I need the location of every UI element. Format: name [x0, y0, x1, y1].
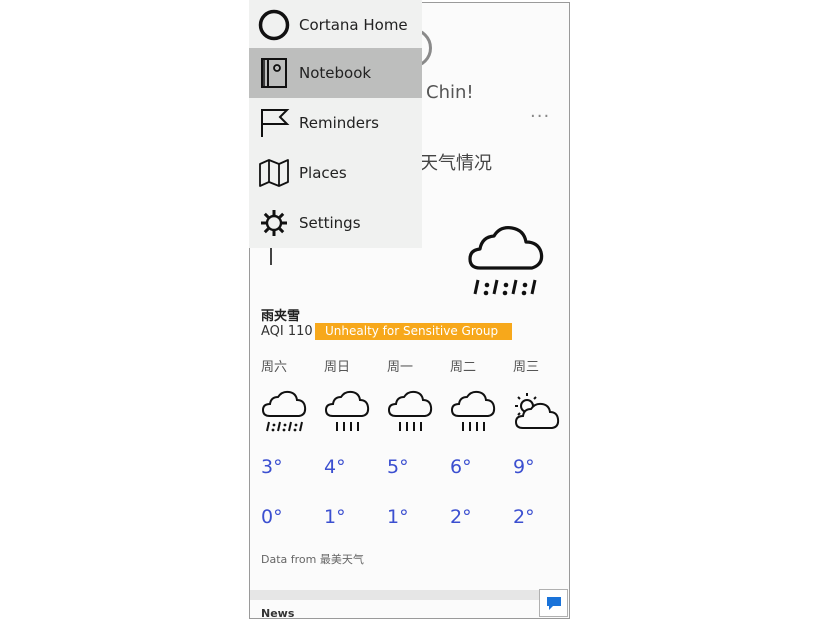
feedback-button[interactable]	[539, 589, 568, 617]
high-temp: 4°	[324, 456, 346, 478]
high-temp: 3°	[261, 456, 283, 478]
rain-icon	[324, 390, 370, 438]
aqi-value: AQI 110	[261, 324, 313, 339]
menu-item-label: Notebook	[299, 64, 372, 82]
day-name: 周二	[450, 360, 477, 375]
chat-icon	[546, 596, 561, 610]
map-icon	[249, 148, 299, 198]
menu-item-label: Cortana Home	[299, 16, 408, 34]
news-section-title: News	[261, 607, 295, 620]
low-temp: 1°	[324, 506, 346, 528]
forecast-day[interactable]: 周六 3° 0°	[261, 356, 316, 528]
partly-cloudy-icon	[513, 390, 561, 438]
more-options-button[interactable]: ···	[530, 106, 550, 127]
day-name: 周三	[513, 360, 540, 375]
day-name: 周六	[261, 360, 288, 375]
high-temp: 6°	[450, 456, 472, 478]
weather-condition: 雨夹雪	[261, 309, 301, 324]
low-temp: 2°	[450, 506, 472, 528]
forecast-day[interactable]: 周一 5° 1°	[387, 356, 442, 528]
menu-item-notebook[interactable]: Notebook	[249, 48, 422, 98]
low-temp: 1°	[387, 506, 409, 528]
low-temp: 0°	[261, 506, 283, 528]
section-divider	[250, 590, 568, 600]
high-temp: 9°	[513, 456, 535, 478]
aqi-status-badge: Unhealty for Sensitive Group	[315, 323, 512, 340]
circle-icon	[249, 0, 299, 50]
menu-item-reminders[interactable]: Reminders	[249, 98, 422, 148]
sleet-icon	[466, 222, 548, 302]
data-source: Data from 最美天气	[261, 553, 364, 566]
menu-item-places[interactable]: Places	[249, 148, 422, 198]
menu-item-label: Reminders	[299, 114, 379, 132]
day-name: 周一	[387, 360, 414, 375]
menu-item-label: Settings	[299, 214, 361, 232]
rain-icon	[387, 390, 433, 438]
weather-card-title: 天气情况	[420, 153, 492, 174]
forecast-day[interactable]: 周三 9° 2°	[513, 356, 568, 528]
sleet-icon	[261, 390, 307, 438]
flag-icon	[249, 98, 299, 148]
notebook-icon	[249, 48, 299, 98]
high-temp: 5°	[387, 456, 409, 478]
text-cursor	[270, 247, 272, 265]
menu-item-cortana-home[interactable]: Cortana Home	[249, 0, 422, 50]
forecast-day[interactable]: 周二 6° 2°	[450, 356, 505, 528]
menu-item-settings[interactable]: Settings	[249, 198, 422, 248]
gear-icon	[249, 198, 299, 248]
greeting-text: Chin!	[426, 82, 474, 103]
rain-icon	[450, 390, 496, 438]
cortana-menu: Cortana Home Notebook Reminders Places S…	[249, 0, 422, 248]
menu-item-label: Places	[299, 164, 347, 182]
low-temp: 2°	[513, 506, 535, 528]
forecast-day[interactable]: 周日 4° 1°	[324, 356, 379, 528]
day-name: 周日	[324, 360, 351, 375]
